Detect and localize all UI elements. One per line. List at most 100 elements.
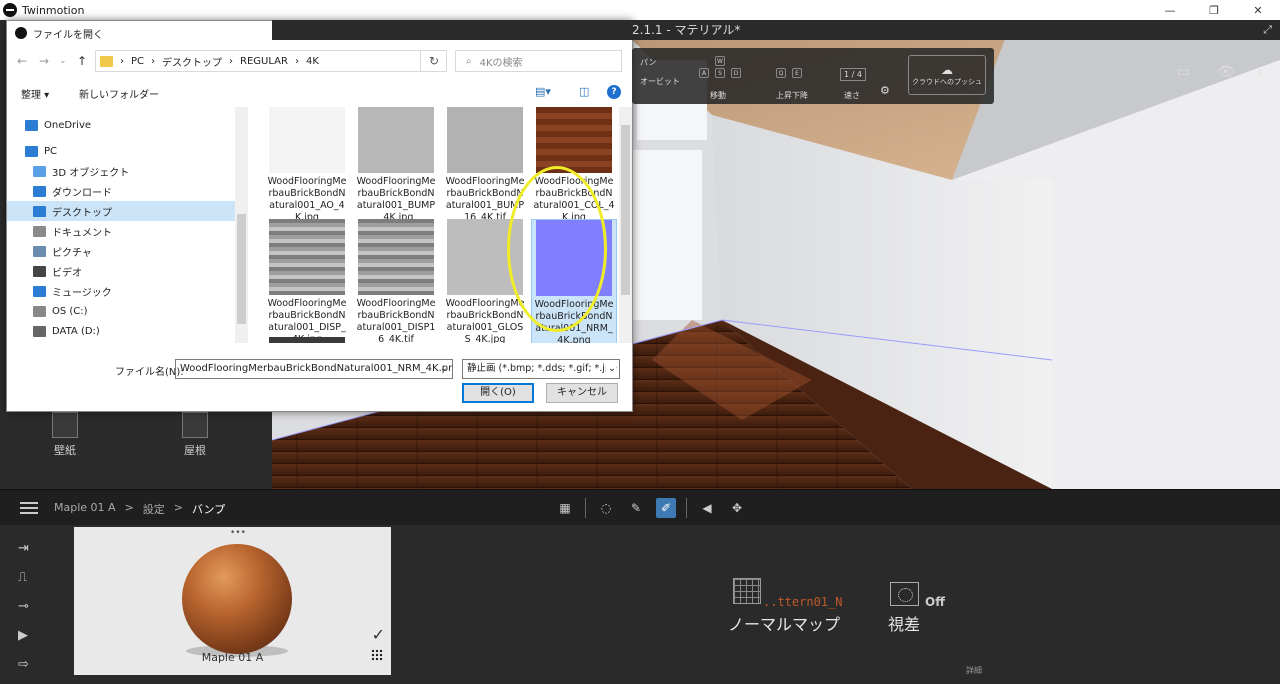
media-icon[interactable]: ▶	[18, 628, 40, 644]
path-segment[interactable]: デスクトップ	[162, 54, 222, 69]
file-item[interactable]: WoodFlooringMerbauBrickBondNatural001_BU…	[442, 107, 528, 224]
material-picker-icon[interactable]: ✎	[626, 498, 646, 518]
search-box[interactable]: ⌕ 4Kの検索	[455, 50, 622, 72]
breadcrumb: Maple 01 A > 設定 > バンプ	[54, 501, 225, 517]
more-options-icon[interactable]: •••	[230, 528, 246, 538]
back-circle-icon[interactable]: ◀	[697, 498, 717, 518]
lasso-icon[interactable]: ◌	[596, 498, 616, 518]
new-folder-button[interactable]: 新しいフォルダー	[79, 86, 159, 101]
nav-item[interactable]: デスクトップ	[7, 201, 235, 221]
path-separator: ›	[120, 55, 124, 67]
key-w-icon: W	[715, 56, 725, 66]
waveform-icon[interactable]: ⎍	[18, 570, 40, 586]
grid-select-icon[interactable]: ▦	[555, 498, 575, 518]
material-preview-card[interactable]: ••• Maple 01 A ✓	[74, 527, 391, 675]
key-q-icon: Q	[776, 68, 786, 78]
nav-item-label: PC	[44, 145, 58, 157]
open-button[interactable]: 開く(O)	[462, 383, 534, 403]
nav-item[interactable]: ドキュメント	[7, 221, 235, 241]
filename-input[interactable]: WoodFlooringMerbauBrickBondNatural001_NR…	[175, 359, 453, 379]
panel-toggle-icon[interactable]: ▭	[1177, 64, 1190, 80]
breadcrumb-bump[interactable]: バンプ	[192, 501, 225, 517]
nav-item[interactable]: 3D オブジェクト	[7, 161, 235, 181]
file-item[interactable]: WoodFlooringMerbauBrickBondNatural001_NR…	[531, 219, 617, 343]
menu-icon[interactable]	[20, 502, 38, 514]
nav-item[interactable]: ダウンロード	[7, 181, 235, 201]
nav-item[interactable]: OneDrive	[7, 115, 235, 135]
roof-icon	[182, 412, 208, 438]
forward-arrow-icon[interactable]: →	[39, 54, 49, 68]
parallax-icon[interactable]	[890, 582, 919, 606]
check-icon[interactable]: ✓	[372, 625, 385, 644]
nav-item[interactable]: ミュージック	[7, 281, 235, 301]
wallpaper-icon	[52, 412, 78, 438]
export-icon[interactable]: ⇨	[18, 657, 40, 673]
nav-item-label: OS (C:)	[52, 305, 88, 317]
eyedropper-icon[interactable]: ✐	[656, 498, 676, 518]
eye-icon[interactable]: 👁	[1217, 64, 1235, 80]
slider-icon[interactable]: ⊸	[18, 599, 40, 615]
nav-item[interactable]: DATA (D:)	[7, 321, 235, 341]
chevron-down-icon[interactable]: ⌄	[440, 360, 448, 378]
nav-item[interactable]: ビデオ	[7, 261, 235, 281]
cancel-button[interactable]: キャンセル	[546, 383, 618, 403]
help-icon[interactable]: ?	[607, 85, 621, 99]
filename-value: WoodFlooringMerbauBrickBondNatural001_NR…	[180, 363, 453, 374]
file-item[interactable]: WoodFlooringMerbauBrickBondNatural001_DI…	[264, 219, 350, 343]
cloud-push-button[interactable]: ☁ クラウドへのプッシュ	[908, 55, 986, 95]
detail-label[interactable]: 詳細	[966, 665, 982, 676]
file-item[interactable]: WoodFlooringMerbauBrickBondNatural001_DI…	[353, 219, 439, 343]
filename-label: ファイル名(N):	[115, 367, 184, 378]
restore-button[interactable]: ❐	[1192, 0, 1236, 20]
speed-value[interactable]: 1 / 4	[840, 68, 866, 81]
nav-item[interactable]: ピクチャ	[7, 241, 235, 261]
up-arrow-icon[interactable]: ↑	[77, 54, 87, 68]
nav-item[interactable]: PC	[7, 141, 235, 161]
back-arrow-icon[interactable]: ←	[17, 54, 27, 68]
file-scroll-thumb[interactable]	[621, 125, 630, 295]
library-item-roof[interactable]: 屋根	[165, 412, 225, 458]
file-thumbnail	[447, 107, 523, 173]
file-name: WoodFlooringMerbauBrickBondNatural001_BU…	[445, 176, 525, 223]
refresh-icon[interactable]: ↻	[420, 50, 447, 72]
library-item-wallpaper[interactable]: 壁紙	[35, 412, 95, 458]
move-cross-icon[interactable]: ✥	[727, 498, 747, 518]
view-options-icon[interactable]: ▤▾	[535, 85, 551, 98]
twinmotion-logo-icon	[3, 3, 17, 17]
folder-icon	[33, 185, 46, 197]
normal-map-texture-icon[interactable]	[733, 578, 761, 604]
file-item[interactable]: WoodFlooringMerbauBrickBondNatural001_BU…	[353, 107, 439, 224]
nav-scroll-thumb[interactable]	[237, 214, 246, 324]
nav-item-label: DATA (D:)	[52, 325, 100, 337]
file-item[interactable]: WoodFlooringMerbauBrickBondNatural001_GL…	[442, 219, 528, 343]
settings-gear-icon[interactable]: ⚙	[880, 84, 890, 97]
collapse-arrow-icon[interactable]: ‹	[1257, 64, 1263, 80]
import-icon[interactable]: ⇥	[18, 541, 40, 557]
viewport-header	[272, 20, 1280, 40]
path-segment[interactable]: 4K	[306, 56, 319, 67]
nav-item-label: ダウンロード	[52, 187, 112, 199]
minimize-button[interactable]: —	[1148, 0, 1192, 20]
file-item[interactable]: WoodFlooringMerbauBrickBondNatural001_AO…	[264, 107, 350, 224]
folder-icon	[33, 325, 46, 337]
grid-view-icon[interactable]	[371, 649, 383, 661]
path-segment[interactable]: PC	[131, 56, 144, 67]
address-bar[interactable]: › PC › デスクトップ › REGULAR › 4K	[95, 50, 447, 72]
parallax-label: 視差	[888, 615, 921, 634]
nav-item[interactable]: OS (C:)	[7, 301, 235, 321]
breadcrumb-material[interactable]: Maple 01 A	[54, 501, 116, 517]
expand-icon[interactable]: ⤢	[1263, 23, 1272, 37]
organize-button[interactable]: 整理 ▾	[21, 86, 49, 101]
folder-icon	[100, 55, 113, 67]
file-item[interactable]: WoodFlooringMerbauBrickBondNatural001_CO…	[531, 107, 617, 224]
file-thumbnail-partial	[269, 337, 345, 343]
path-segment[interactable]: REGULAR	[240, 56, 288, 67]
filetype-select[interactable]: 静止画 (*.bmp; *.dds; *.gif; *.jpe ⌄	[462, 359, 620, 379]
close-app-button[interactable]: ✕	[1236, 0, 1280, 20]
breadcrumb-settings[interactable]: 設定	[143, 501, 165, 517]
history-chevron-icon[interactable]: ⌄	[59, 56, 67, 66]
breadcrumb-separator: >	[173, 501, 183, 514]
app-title-bar: Twinmotion — ❐ ✕	[0, 0, 1280, 20]
chevron-down-icon[interactable]: ⌄	[606, 360, 616, 378]
preview-pane-icon[interactable]: ◫	[579, 85, 589, 98]
